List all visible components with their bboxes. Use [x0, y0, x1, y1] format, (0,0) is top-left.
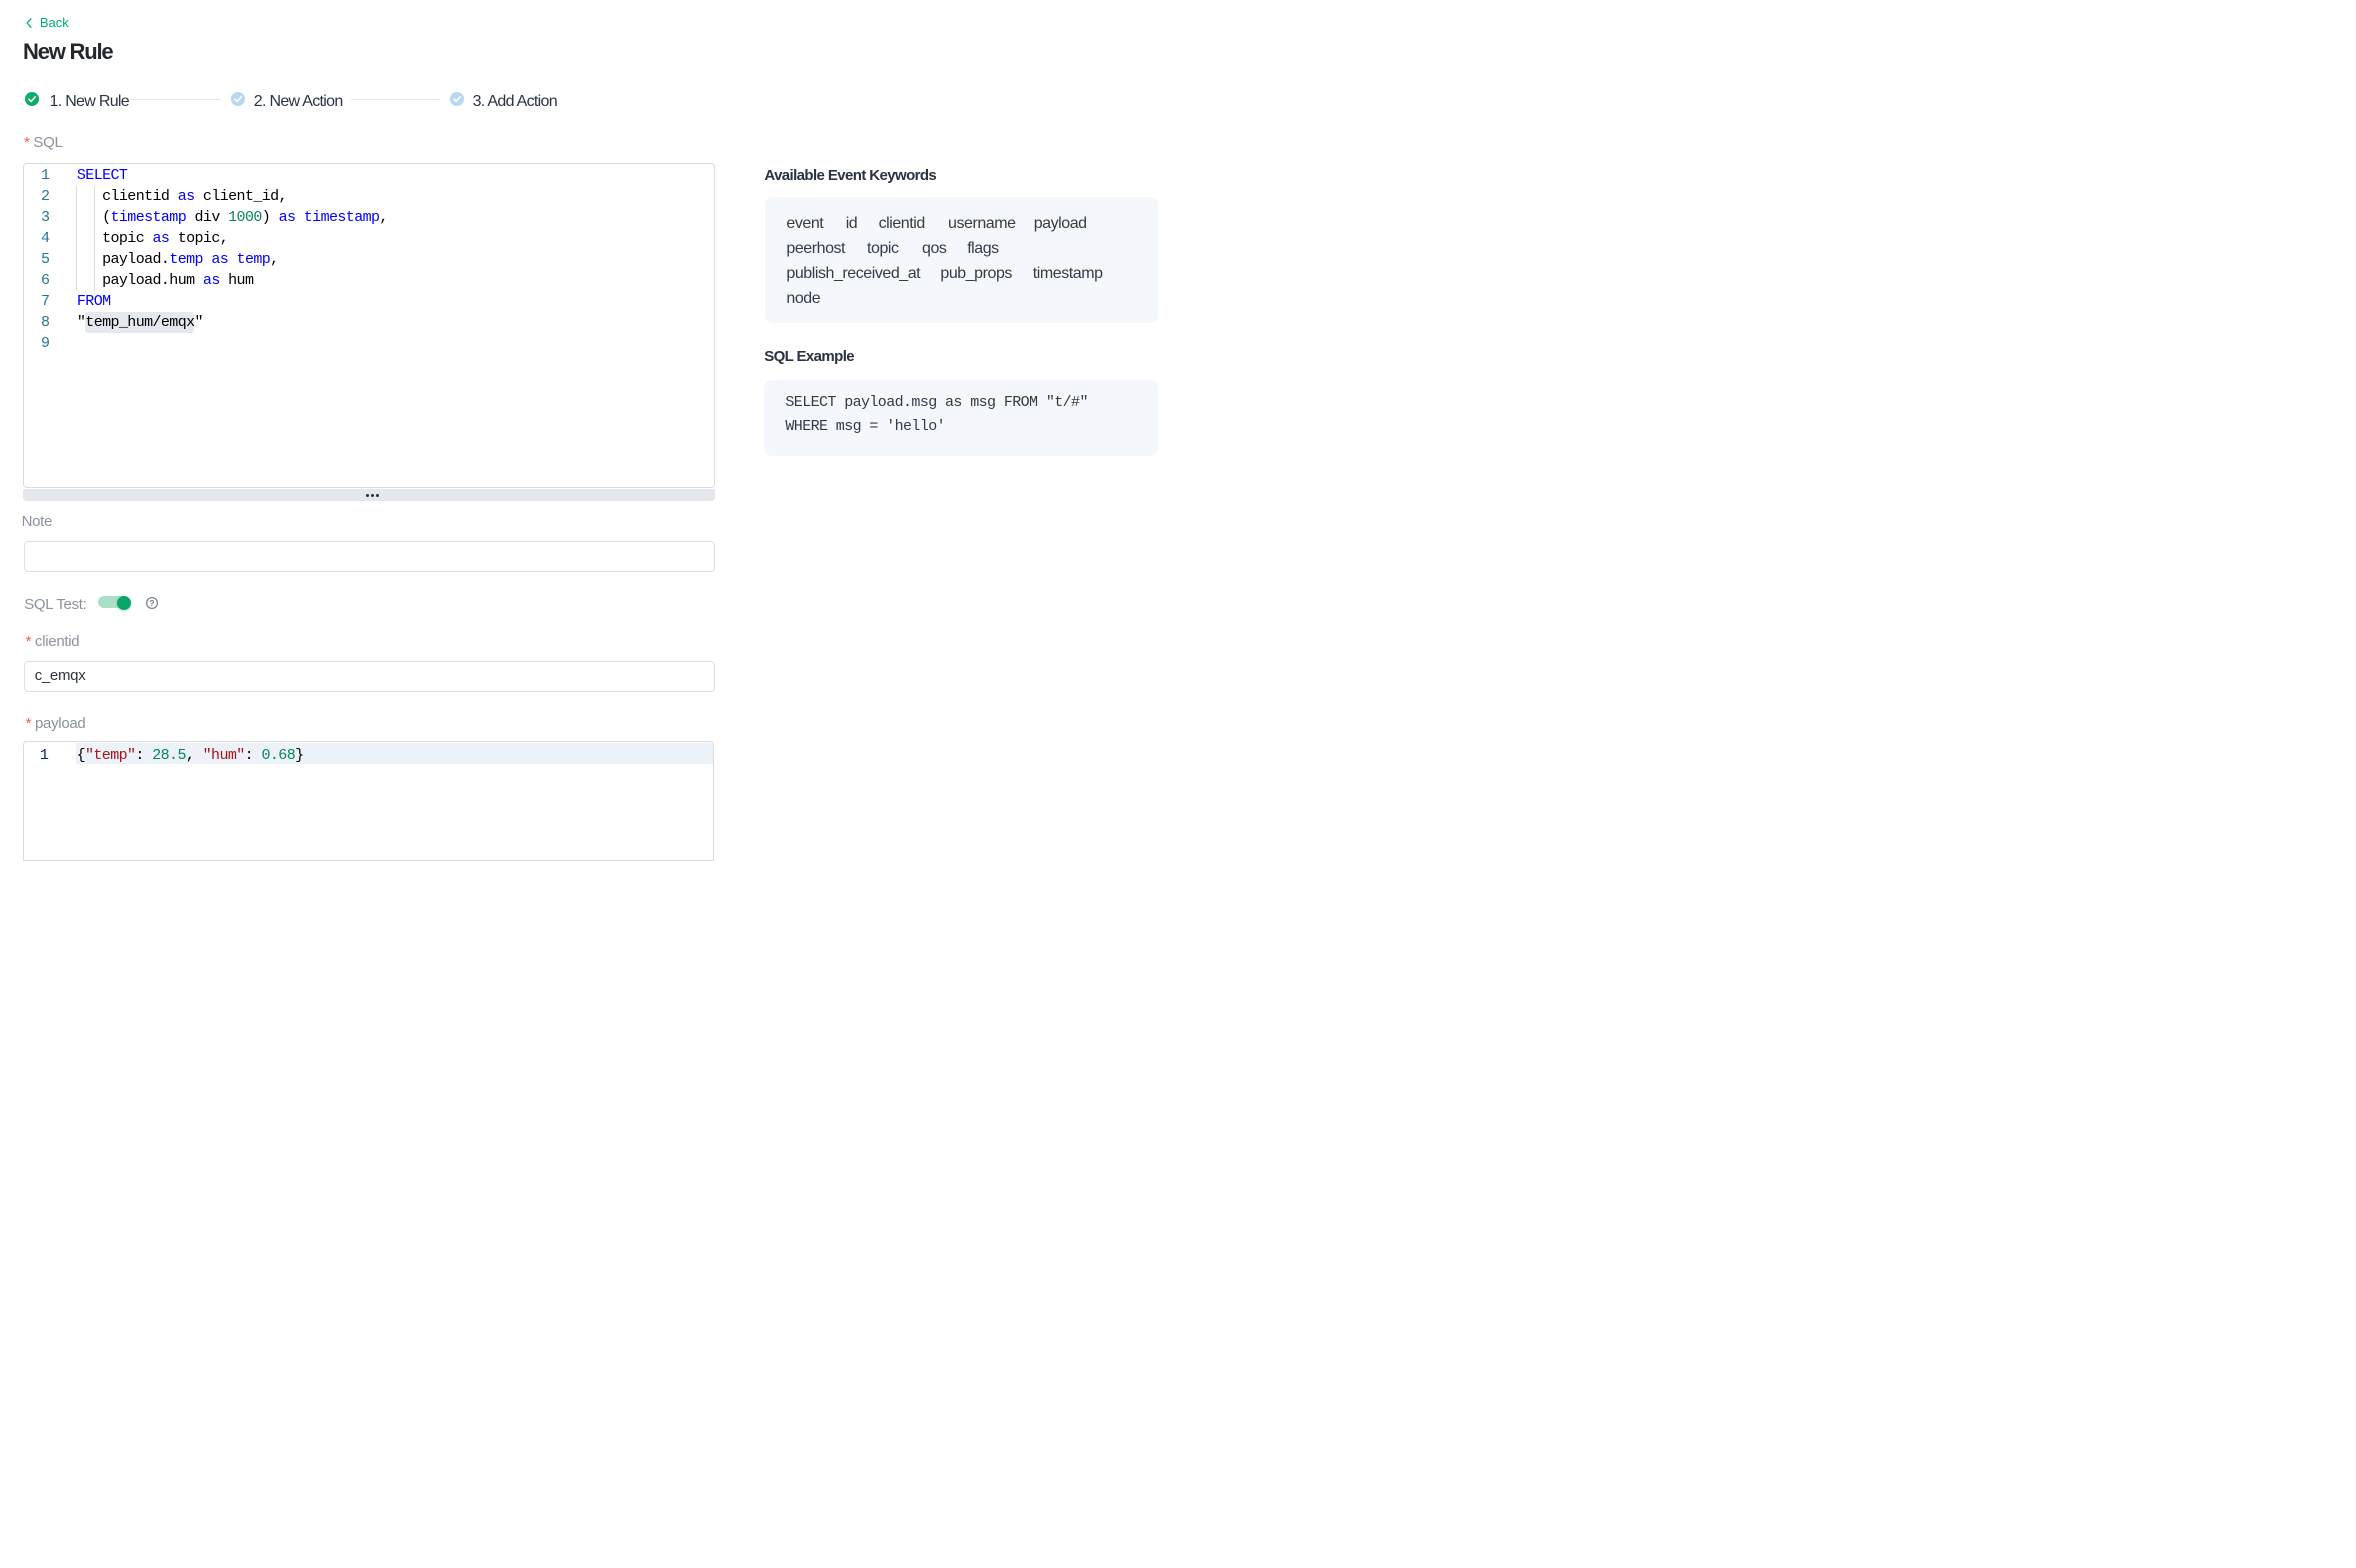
svg-text:?: ?	[150, 599, 155, 608]
